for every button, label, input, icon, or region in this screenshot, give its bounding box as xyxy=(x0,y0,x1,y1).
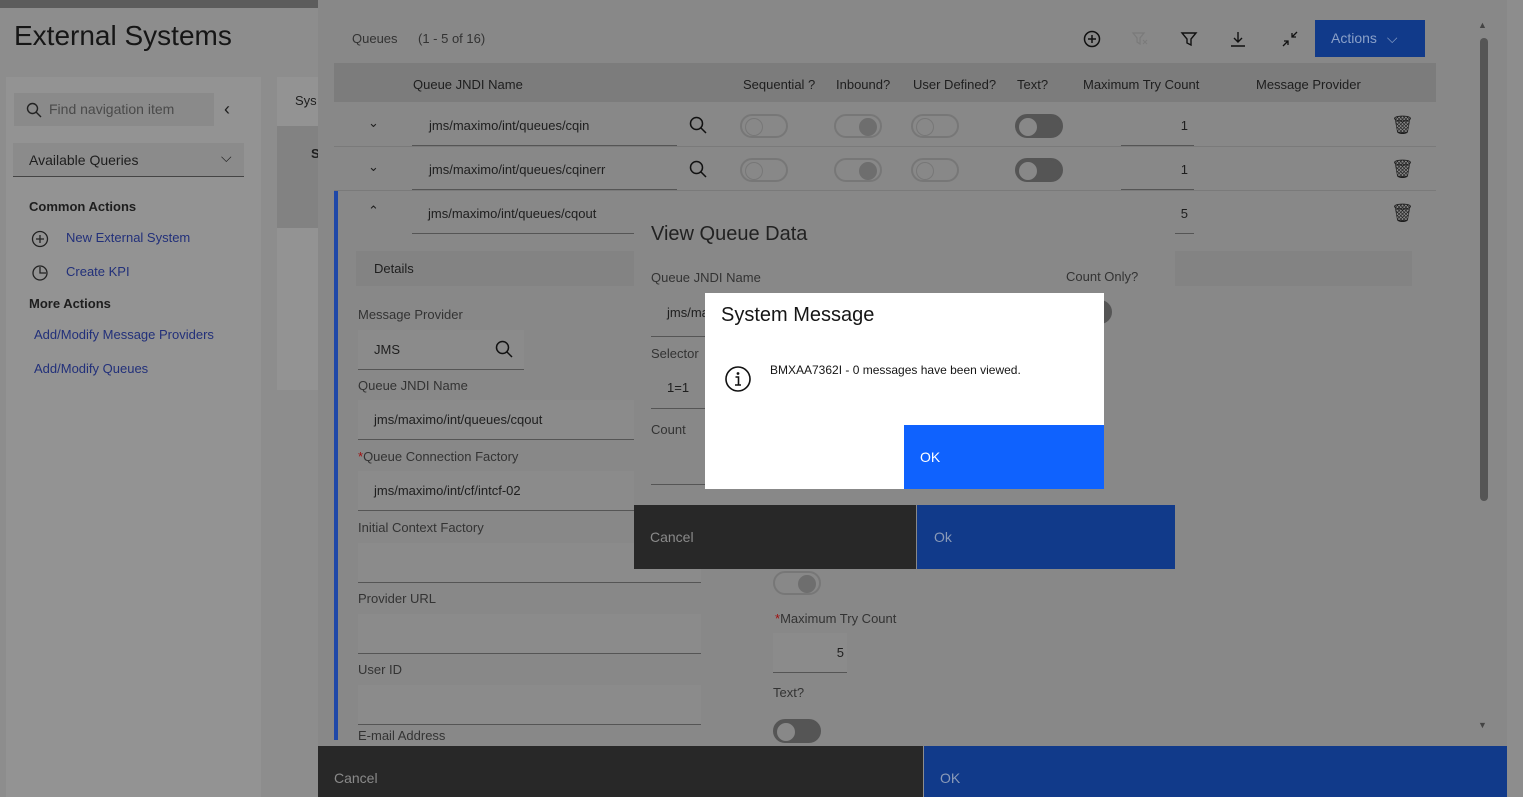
add-modify-message-providers-link[interactable]: Add/Modify Message Providers xyxy=(34,327,214,342)
provider-url-input[interactable] xyxy=(358,614,701,654)
user-defined-toggle[interactable] xyxy=(911,158,959,182)
clear-filter-icon[interactable] xyxy=(1131,30,1149,48)
kpi-icon xyxy=(32,265,48,281)
add-modify-queues-link[interactable]: Add/Modify Queues xyxy=(34,361,148,376)
collapse-row-icon[interactable]: ⌃ xyxy=(368,203,379,219)
sequential-toggle[interactable] xyxy=(740,114,788,138)
inbound-toggle[interactable] xyxy=(834,158,882,182)
text-toggle[interactable] xyxy=(773,719,821,743)
max-try-input[interactable]: 1 xyxy=(1181,118,1188,133)
info-icon xyxy=(725,366,751,392)
dialog-title: View Queue Data xyxy=(651,223,808,245)
text-toggle[interactable] xyxy=(1015,114,1063,138)
text-toggle[interactable] xyxy=(1015,158,1063,182)
add-row-icon[interactable] xyxy=(1083,30,1101,48)
scrollbar-thumb[interactable] xyxy=(1480,38,1488,501)
top-bar xyxy=(0,0,318,8)
chevron-down-icon: ⌵ xyxy=(1386,30,1398,46)
table-row: ⌄ jms/maximo/int/queues/cqinerr 1 🗑 xyxy=(334,147,1436,191)
tab-system[interactable]: Sys xyxy=(295,93,317,108)
queue-jndi-input[interactable]: jms/maximo/int/queues/cqout xyxy=(428,206,596,221)
actions-button[interactable]: Actions ⌵ xyxy=(1315,20,1425,57)
sidebar xyxy=(6,77,261,797)
toggle[interactable] xyxy=(773,571,821,595)
user-defined-toggle[interactable] xyxy=(911,114,959,138)
scrollbar[interactable]: ▲ ▼ xyxy=(1477,20,1491,740)
search-icon[interactable] xyxy=(689,116,707,134)
message-provider-input[interactable]: JMS xyxy=(358,330,524,370)
ok-button[interactable]: Ok xyxy=(917,505,1175,569)
table-row: ⌄ jms/maximo/int/queues/cqin 1 🗑 xyxy=(334,103,1436,147)
chevron-down-icon: ⌵ xyxy=(221,149,232,165)
delete-icon[interactable]: 🗑 xyxy=(1391,115,1414,136)
table-header: Queue JNDI Name Sequential ? Inbound? Us… xyxy=(334,63,1436,102)
max-try-input[interactable]: 5 xyxy=(1181,206,1188,221)
nav-search-input[interactable]: Find navigation item xyxy=(14,93,214,126)
search-icon[interactable] xyxy=(689,160,707,178)
main-panel: Sys S xyxy=(277,77,320,390)
dialog-title: System Message xyxy=(721,304,875,326)
sequential-toggle[interactable] xyxy=(740,158,788,182)
inbound-toggle[interactable] xyxy=(834,114,882,138)
cancel-button[interactable]: Cancel xyxy=(318,746,923,797)
collapse-sidebar-icon[interactable]: ‹ xyxy=(224,99,230,120)
common-actions-heading: Common Actions xyxy=(29,199,137,214)
create-kpi-link[interactable]: Create KPI xyxy=(66,264,130,279)
more-actions-heading: More Actions xyxy=(29,296,111,311)
queue-jndi-input[interactable]: jms/maximo/int/queues/cqin xyxy=(429,118,589,133)
cancel-button[interactable]: Cancel xyxy=(634,505,916,569)
filter-icon[interactable] xyxy=(1180,30,1198,48)
search-icon[interactable] xyxy=(495,340,513,358)
expand-row-icon[interactable]: ⌄ xyxy=(368,159,379,175)
search-icon xyxy=(26,102,42,118)
ok-button[interactable]: OK xyxy=(904,425,1104,489)
delete-icon[interactable]: 🗑 xyxy=(1391,203,1414,224)
system-message-text: BMXAA7362I - 0 messages have been viewed… xyxy=(770,363,1021,377)
expanded-row-indicator xyxy=(334,191,338,740)
max-try-input[interactable]: 1 xyxy=(1181,162,1188,177)
ok-button[interactable]: OK xyxy=(924,746,1507,797)
available-queries-dropdown[interactable]: Available Queries ⌵ xyxy=(13,143,244,177)
delete-icon[interactable]: 🗑 xyxy=(1391,159,1414,180)
email-address-label: E-mail Address xyxy=(358,728,446,743)
new-external-system-link[interactable]: New External System xyxy=(66,230,190,245)
user-id-input[interactable] xyxy=(358,685,701,725)
queues-count: (1 - 5 of 16) xyxy=(418,31,486,46)
queue-jndi-input[interactable]: jms/maximo/int/queues/cqinerr xyxy=(429,162,605,177)
collapse-icon[interactable] xyxy=(1281,30,1299,48)
page-title: External Systems xyxy=(14,20,232,51)
queues-label: Queues xyxy=(352,31,398,46)
system-message-dialog: System Message BMXAA7362I - 0 messages h… xyxy=(705,293,1104,489)
add-circle-icon xyxy=(31,230,49,248)
expand-row-icon[interactable]: ⌄ xyxy=(368,115,379,131)
download-icon[interactable] xyxy=(1229,30,1247,48)
max-try-count-input[interactable]: 5 xyxy=(773,633,847,673)
